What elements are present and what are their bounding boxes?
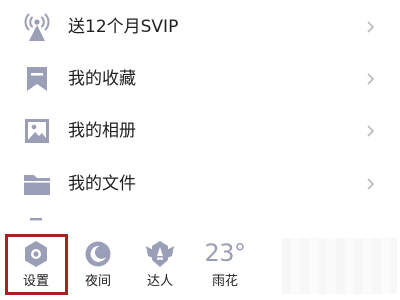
menu-item-album[interactable]: 我的相册 [0,105,400,157]
document-icon [30,218,42,221]
image-icon [25,119,49,143]
night-mode-label: 夜间 [84,274,111,289]
blurred-area [282,238,397,294]
menu-item-favorites[interactable]: 我的收藏 [0,53,400,105]
weather-location: 雨花 [211,274,238,289]
menu-item-files[interactable]: 我的文件 [0,158,400,210]
expert-label: 达人 [146,274,173,289]
highlight-box [5,234,68,295]
chevron-right-icon [367,125,375,137]
menu-item-label: 我的相册 [68,121,136,141]
signal-tower-icon [24,13,50,41]
menu-item-label: 我的收藏 [68,69,136,89]
bookmark-icon [27,67,47,91]
weather-widget[interactable]: 23° 雨花 [200,234,250,300]
chevron-right-icon [367,21,375,33]
folder-icon [24,175,50,195]
menu-item-svip[interactable]: 送12个月SVIP [0,1,400,53]
chevron-right-icon [367,178,375,190]
night-mode-button[interactable]: 夜间 [72,234,124,300]
chevron-right-icon [367,73,375,85]
moon-icon [85,241,111,267]
menu-item-label: 我的文件 [68,174,136,194]
weather-temperature: 23° [204,239,246,267]
expert-badge-icon [146,241,174,267]
menu-item-label: 送12个月SVIP [68,17,179,37]
expert-button[interactable]: 达人 [134,234,186,300]
